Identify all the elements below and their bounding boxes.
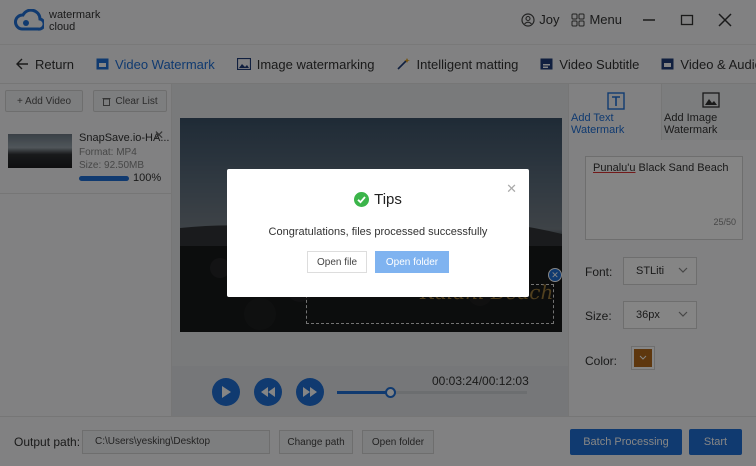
dialog-title: Tips bbox=[227, 191, 529, 208]
success-check-icon bbox=[354, 192, 370, 207]
dialog-title-text: Tips bbox=[374, 191, 402, 208]
open-file-button[interactable]: Open file bbox=[307, 251, 367, 273]
tips-dialog: ✕ Tips Congratulations, files processed … bbox=[227, 169, 529, 297]
dialog-message: Congratulations, files processed success… bbox=[268, 226, 488, 238]
dialog-open-folder-button[interactable]: Open folder bbox=[375, 251, 449, 273]
